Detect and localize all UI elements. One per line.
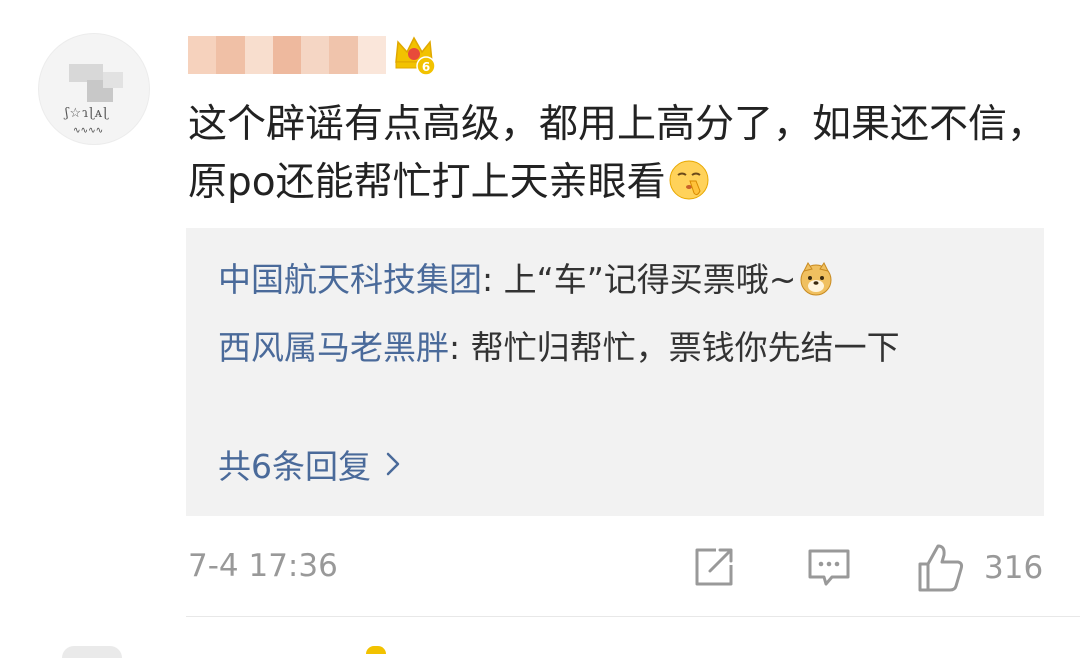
more-replies-label: 共6条回复: [218, 447, 371, 486]
reply-text: 帮忙归帮忙，票钱你先结一下: [470, 328, 900, 367]
doge-emoji-icon: [798, 261, 834, 308]
chevron-right-icon: [386, 452, 400, 476]
svg-text:6: 6: [422, 60, 430, 74]
reply-item[interactable]: 中国航天科技集团: 上“车”记得买票哦~: [218, 258, 998, 308]
reply-author[interactable]: 西风属马老黑胖: [218, 328, 449, 367]
reply-author[interactable]: 中国航天科技集团: [218, 260, 482, 299]
crown-badge-icon[interactable]: 6: [392, 32, 438, 76]
comment-timestamp: 7-4 17:36: [188, 548, 338, 584]
avatar-drawing: ʃ☆ɿɭᴀɭ: [65, 106, 109, 121]
next-comment-avatar[interactable]: [62, 646, 122, 658]
reply-comment-button[interactable]: [806, 545, 852, 595]
reply-item[interactable]: 西风属马老黑胖: 帮忙归帮忙，票钱你先结一下: [218, 326, 998, 370]
comment-bubble-icon: [808, 549, 850, 586]
more-replies-link[interactable]: 共6条回复: [218, 440, 401, 488]
share-button[interactable]: [690, 545, 736, 595]
shush-face-icon: [668, 159, 710, 218]
share-icon: [695, 548, 733, 586]
reply-text: 上“车”记得买票哦~: [503, 260, 797, 299]
comment-divider: [186, 616, 1080, 617]
like-button[interactable]: 316: [914, 542, 1043, 594]
reply-preview-box[interactable]: 中国航天科技集团: 上“车”记得买票哦~ 西风属马老黑胖: 帮忙归帮忙，票钱你先…: [186, 228, 1044, 516]
avatar-drawing: ∿∿∿∿: [73, 126, 104, 136]
reply-separator: :: [482, 260, 504, 299]
comment-text: 这个辟谣有点高级，都用上高分了，如果还不信，原po还能帮忙打上天亲眼看: [188, 96, 1048, 218]
comment-text-content: 这个辟谣有点高级，都用上高分了，如果还不信，原po还能帮忙打上天亲眼看: [188, 102, 1047, 205]
next-crown-badge-icon: [366, 646, 386, 654]
thumbs-up-icon: [918, 544, 964, 592]
commenter-name-blurred[interactable]: [188, 36, 386, 74]
reply-separator: :: [449, 328, 471, 367]
avatar-blur: [103, 72, 123, 88]
commenter-avatar[interactable]: ʃ☆ɿɭᴀɭ ∿∿∿∿: [38, 33, 150, 145]
like-count: 316: [984, 550, 1044, 586]
